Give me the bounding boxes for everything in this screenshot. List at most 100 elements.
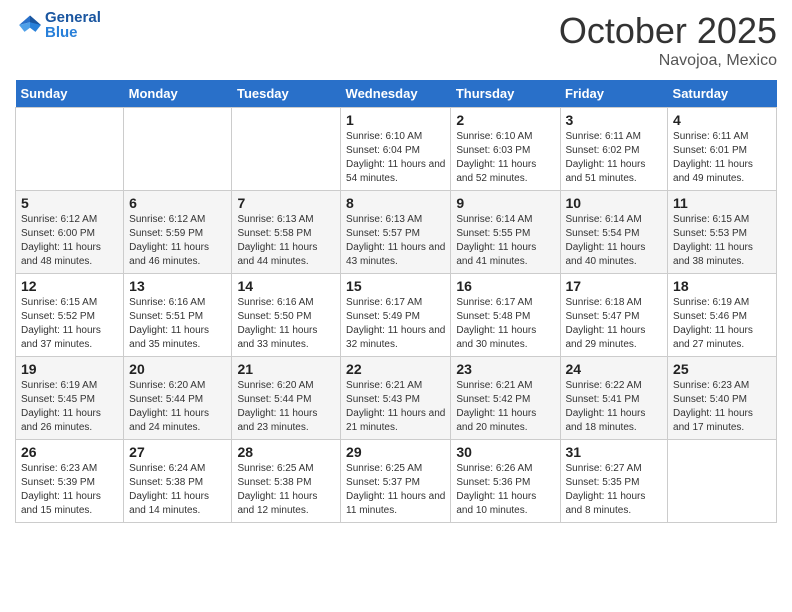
calendar-cell: 6 Sunrise: 6:12 AM Sunset: 5:59 PM Daylig… (124, 191, 232, 274)
day-number: 28 (237, 444, 335, 460)
day-number: 27 (129, 444, 226, 460)
weekday-header-wednesday: Wednesday (341, 80, 451, 108)
calendar-cell: 26 Sunrise: 6:23 AM Sunset: 5:39 PM Dayli… (16, 440, 124, 523)
logo-general: General (45, 10, 101, 25)
day-number: 13 (129, 278, 226, 294)
day-number: 6 (129, 195, 226, 211)
calendar-cell: 3 Sunrise: 6:11 AM Sunset: 6:02 PM Daylig… (560, 108, 668, 191)
day-info: Sunrise: 6:22 AM Sunset: 5:41 PM Dayligh… (566, 379, 663, 435)
calendar-cell: 24 Sunrise: 6:22 AM Sunset: 5:41 PM Dayli… (560, 357, 668, 440)
calendar-cell: 29Sunrise: 6:25 AM Sunset: 5:37 PM Dayli… (341, 440, 451, 523)
day-info: Sunrise: 6:26 AM Sunset: 5:36 PM Dayligh… (456, 462, 554, 518)
day-number: 18 (673, 278, 771, 294)
logo: General Blue (15, 10, 101, 40)
day-info: Sunrise: 6:19 AM Sunset: 5:45 PM Dayligh… (21, 379, 118, 435)
logo-text: General Blue (45, 10, 101, 40)
week-row-0: 1 Sunrise: 6:10 AM Sunset: 6:04 PM Daylig… (16, 108, 777, 191)
calendar-cell (16, 108, 124, 191)
calendar-cell: 17 Sunrise: 6:18 AM Sunset: 5:47 PM Dayli… (560, 274, 668, 357)
calendar-header: SundayMondayTuesdayWednesdayThursdayFrid… (16, 80, 777, 108)
day-number: 25 (673, 361, 771, 377)
calendar-cell: 31Sunrise: 6:27 AM Sunset: 5:35 PM Dayli… (560, 440, 668, 523)
day-info: Sunrise: 6:13 AM Sunset: 5:58 PM Dayligh… (237, 213, 335, 269)
calendar-cell: 18 Sunrise: 6:19 AM Sunset: 5:46 PM Dayli… (668, 274, 777, 357)
calendar-cell: 11 Sunrise: 6:15 AM Sunset: 5:53 PM Dayli… (668, 191, 777, 274)
page-header: General Blue October 2025 Navojoa, Mexic… (15, 10, 777, 70)
week-row-2: 12 Sunrise: 6:15 AM Sunset: 5:52 PM Dayli… (16, 274, 777, 357)
logo-icon (15, 11, 45, 39)
calendar-cell: 28 Sunrise: 6:25 AM Sunset: 5:38 PM Dayli… (232, 440, 341, 523)
weekday-header-thursday: Thursday (451, 80, 560, 108)
week-row-4: 26 Sunrise: 6:23 AM Sunset: 5:39 PM Dayli… (16, 440, 777, 523)
calendar-cell: 20Sunrise: 6:20 AM Sunset: 5:44 PM Dayli… (124, 357, 232, 440)
logo-blue: Blue (45, 25, 101, 40)
calendar-cell: 14Sunrise: 6:16 AM Sunset: 5:50 PM Dayli… (232, 274, 341, 357)
day-info: Sunrise: 6:12 AM Sunset: 5:59 PM Dayligh… (129, 213, 226, 269)
week-row-3: 19Sunrise: 6:19 AM Sunset: 5:45 PM Dayli… (16, 357, 777, 440)
day-info: Sunrise: 6:17 AM Sunset: 5:49 PM Dayligh… (346, 296, 445, 352)
day-number: 8 (346, 195, 445, 211)
calendar-cell: 22Sunrise: 6:21 AM Sunset: 5:43 PM Dayli… (341, 357, 451, 440)
day-number: 21 (237, 361, 335, 377)
day-info: Sunrise: 6:15 AM Sunset: 5:53 PM Dayligh… (673, 213, 771, 269)
calendar-cell: 27 Sunrise: 6:24 AM Sunset: 5:38 PM Dayli… (124, 440, 232, 523)
location: Navojoa, Mexico (559, 52, 777, 70)
day-info: Sunrise: 6:17 AM Sunset: 5:48 PM Dayligh… (456, 296, 554, 352)
day-info: Sunrise: 6:10 AM Sunset: 6:04 PM Dayligh… (346, 130, 445, 186)
calendar-cell: 7 Sunrise: 6:13 AM Sunset: 5:58 PM Daylig… (232, 191, 341, 274)
calendar-cell: 9Sunrise: 6:14 AM Sunset: 5:55 PM Daylig… (451, 191, 560, 274)
title-block: October 2025 Navojoa, Mexico (559, 10, 777, 70)
calendar-cell: 2 Sunrise: 6:10 AM Sunset: 6:03 PM Daylig… (451, 108, 560, 191)
day-number: 11 (673, 195, 771, 211)
day-info: Sunrise: 6:13 AM Sunset: 5:57 PM Dayligh… (346, 213, 445, 269)
day-number: 16 (456, 278, 554, 294)
day-number: 12 (21, 278, 118, 294)
calendar-cell: 30Sunrise: 6:26 AM Sunset: 5:36 PM Dayli… (451, 440, 560, 523)
day-number: 29 (346, 444, 445, 460)
weekday-header-tuesday: Tuesday (232, 80, 341, 108)
calendar-cell: 10 Sunrise: 6:14 AM Sunset: 5:54 PM Dayli… (560, 191, 668, 274)
calendar-cell (232, 108, 341, 191)
day-number: 14 (237, 278, 335, 294)
day-number: 5 (21, 195, 118, 211)
day-number: 10 (566, 195, 663, 211)
calendar-table: SundayMondayTuesdayWednesdayThursdayFrid… (15, 80, 777, 523)
day-info: Sunrise: 6:18 AM Sunset: 5:47 PM Dayligh… (566, 296, 663, 352)
month-title: October 2025 (559, 10, 777, 52)
day-info: Sunrise: 6:21 AM Sunset: 5:42 PM Dayligh… (456, 379, 554, 435)
day-info: Sunrise: 6:23 AM Sunset: 5:39 PM Dayligh… (21, 462, 118, 518)
day-number: 17 (566, 278, 663, 294)
day-info: Sunrise: 6:24 AM Sunset: 5:38 PM Dayligh… (129, 462, 226, 518)
calendar-body: 1 Sunrise: 6:10 AM Sunset: 6:04 PM Daylig… (16, 108, 777, 523)
day-info: Sunrise: 6:12 AM Sunset: 6:00 PM Dayligh… (21, 213, 118, 269)
weekday-header-sunday: Sunday (16, 80, 124, 108)
day-number: 23 (456, 361, 554, 377)
week-row-1: 5 Sunrise: 6:12 AM Sunset: 6:00 PM Daylig… (16, 191, 777, 274)
weekday-header-friday: Friday (560, 80, 668, 108)
calendar-cell: 21 Sunrise: 6:20 AM Sunset: 5:44 PM Dayli… (232, 357, 341, 440)
day-info: Sunrise: 6:19 AM Sunset: 5:46 PM Dayligh… (673, 296, 771, 352)
day-info: Sunrise: 6:10 AM Sunset: 6:03 PM Dayligh… (456, 130, 554, 186)
calendar-cell: 8 Sunrise: 6:13 AM Sunset: 5:57 PM Daylig… (341, 191, 451, 274)
calendar-cell: 12 Sunrise: 6:15 AM Sunset: 5:52 PM Dayli… (16, 274, 124, 357)
day-info: Sunrise: 6:23 AM Sunset: 5:40 PM Dayligh… (673, 379, 771, 435)
day-number: 7 (237, 195, 335, 211)
day-info: Sunrise: 6:20 AM Sunset: 5:44 PM Dayligh… (237, 379, 335, 435)
day-number: 24 (566, 361, 663, 377)
day-info: Sunrise: 6:11 AM Sunset: 6:02 PM Dayligh… (566, 130, 663, 186)
day-number: 3 (566, 112, 663, 128)
calendar-cell: 4Sunrise: 6:11 AM Sunset: 6:01 PM Daylig… (668, 108, 777, 191)
day-number: 9 (456, 195, 554, 211)
day-info: Sunrise: 6:20 AM Sunset: 5:44 PM Dayligh… (129, 379, 226, 435)
calendar-cell: 16 Sunrise: 6:17 AM Sunset: 5:48 PM Dayli… (451, 274, 560, 357)
day-info: Sunrise: 6:15 AM Sunset: 5:52 PM Dayligh… (21, 296, 118, 352)
day-number: 2 (456, 112, 554, 128)
day-number: 1 (346, 112, 445, 128)
calendar-cell: 23 Sunrise: 6:21 AM Sunset: 5:42 PM Dayli… (451, 357, 560, 440)
day-number: 26 (21, 444, 118, 460)
day-info: Sunrise: 6:14 AM Sunset: 5:54 PM Dayligh… (566, 213, 663, 269)
day-info: Sunrise: 6:16 AM Sunset: 5:51 PM Dayligh… (129, 296, 226, 352)
day-info: Sunrise: 6:11 AM Sunset: 6:01 PM Dayligh… (673, 130, 771, 186)
calendar-cell (124, 108, 232, 191)
day-info: Sunrise: 6:25 AM Sunset: 5:38 PM Dayligh… (237, 462, 335, 518)
